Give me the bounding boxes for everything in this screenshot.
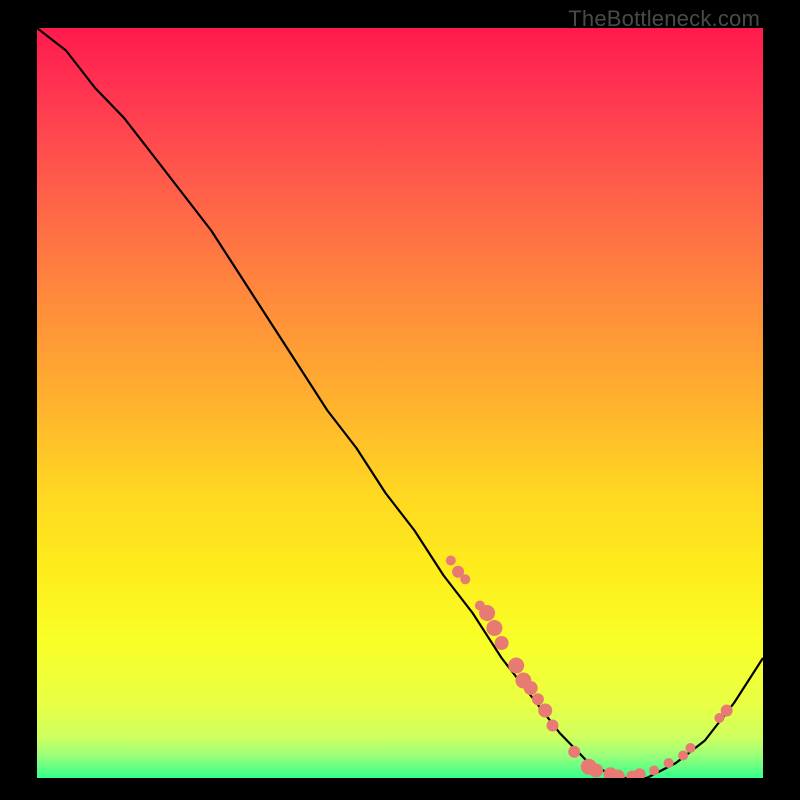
data-dot [568,746,580,758]
data-dots [446,556,733,779]
data-dot [547,720,559,732]
plot-area [37,28,763,778]
bottleneck-curve [37,28,763,778]
curve-svg [37,28,763,778]
watermark-text: TheBottleneck.com [568,6,760,32]
data-dot [664,758,674,768]
data-dot [532,693,544,705]
data-dot [685,743,695,753]
data-dot [721,705,733,717]
data-dot [460,574,470,584]
data-dot [678,751,688,761]
data-dot [495,636,509,650]
data-dot [446,556,456,566]
data-dot [538,704,552,718]
data-dot [649,766,659,776]
chart-frame: TheBottleneck.com [0,0,800,800]
data-dot [508,658,524,674]
data-dot [524,681,538,695]
data-dot [479,605,495,621]
data-dot [486,620,502,636]
data-dot [589,764,603,778]
data-dot [634,768,646,778]
